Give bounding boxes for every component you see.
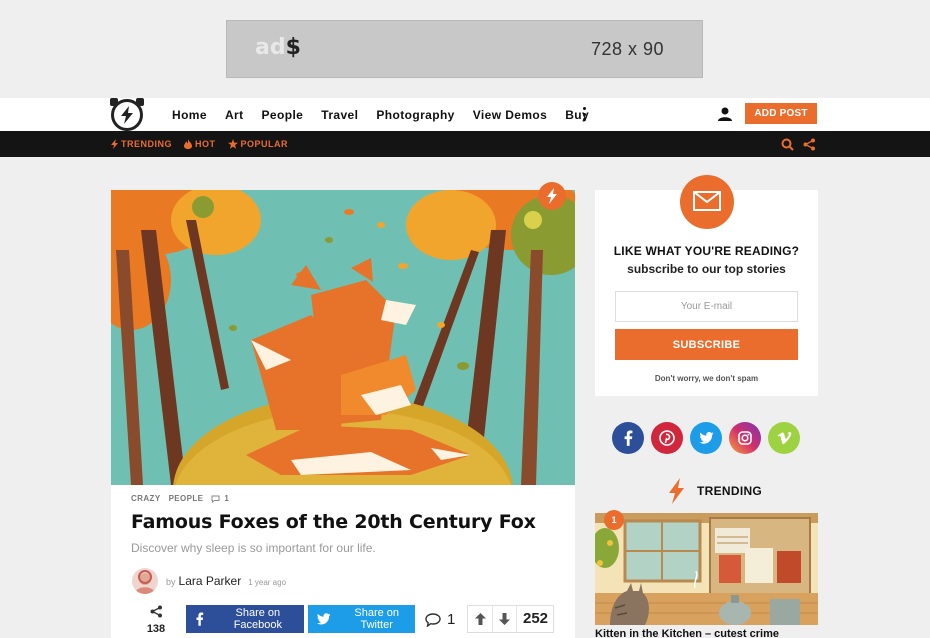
article-subtitle: Discover why sleep is so important for o…: [131, 541, 376, 555]
nav-item-home[interactable]: Home: [172, 108, 207, 122]
instagram-icon[interactable]: [729, 422, 761, 454]
pinterest-icon[interactable]: [651, 422, 683, 454]
nav-item-people[interactable]: People: [262, 108, 304, 122]
facebook-icon[interactable]: [612, 422, 644, 454]
newsletter-widget: LIKE WHAT YOU'RE READING? subscribe to o…: [595, 175, 818, 396]
featured-article-card: CRAZY PEOPLE 1 Famous Foxes of the 20th …: [111, 182, 575, 638]
main-navigation: Home Art People Travel Photography View …: [0, 98, 930, 131]
author-name[interactable]: Lara Parker: [179, 574, 242, 588]
avatar[interactable]: [132, 568, 158, 594]
twitter-icon: [317, 613, 331, 625]
article-meta: CRAZY PEOPLE 1: [131, 494, 237, 503]
subnav-trending[interactable]: TRENDING: [111, 139, 172, 149]
nav-item-view-demos[interactable]: View Demos: [473, 108, 547, 122]
email-field[interactable]: [615, 291, 798, 322]
star-icon: [227, 139, 238, 149]
post-time: 1 year ago: [248, 578, 287, 587]
ad-logo: ad$: [255, 35, 301, 60]
share-facebook-button[interactable]: Share on Facebook: [186, 605, 304, 633]
category-crazy[interactable]: CRAZY: [131, 494, 161, 503]
vimeo-icon[interactable]: [768, 422, 800, 454]
share-count[interactable]: 138: [141, 605, 171, 635]
trending-item-image[interactable]: [595, 513, 818, 625]
author-line: by Lara Parker 1 year ago: [166, 574, 287, 588]
nav-links: Home Art People Travel Photography View …: [172, 98, 607, 131]
vote-widget: 252: [467, 605, 554, 633]
trending-badge-icon: [538, 182, 566, 210]
comment-count[interactable]: 1: [211, 494, 237, 503]
facebook-icon: [196, 612, 204, 626]
ad-size-label: 728 x 90: [590, 39, 664, 59]
bolt-icon: [111, 139, 118, 149]
more-menu-icon[interactable]: [583, 107, 587, 123]
comments-button[interactable]: 1: [425, 611, 455, 628]
nav-item-photography[interactable]: Photography: [376, 108, 454, 122]
flame-icon: [184, 139, 192, 149]
trending-heading: TRENDING: [668, 478, 762, 504]
user-icon[interactable]: [718, 107, 732, 126]
newsletter-title: LIKE WHAT YOU'RE READING?: [613, 244, 800, 258]
subnav-popular[interactable]: POPULAR: [227, 139, 289, 149]
article-hero-image[interactable]: [111, 190, 575, 485]
nav-item-travel[interactable]: Travel: [321, 108, 358, 122]
bolt-icon: [121, 106, 133, 124]
sub-navigation: TRENDING HOT POPULAR: [0, 131, 930, 157]
downvote-icon[interactable]: [492, 606, 516, 632]
nav-item-art[interactable]: Art: [225, 108, 244, 122]
newsletter-note: Don't worry, we don't spam: [654, 374, 759, 383]
twitter-icon[interactable]: [690, 422, 722, 454]
search-icon[interactable]: [781, 138, 794, 156]
ad-banner[interactable]: ad$ 728 x 90: [226, 20, 703, 78]
share-icon[interactable]: [803, 138, 816, 156]
site-logo[interactable]: [110, 98, 144, 131]
article-title[interactable]: Famous Foxes of the 20th Century Fox: [131, 511, 536, 533]
trending-item-title[interactable]: Kitten in the Kitchen – cutest crime: [595, 628, 818, 638]
comment-icon: [425, 612, 441, 627]
add-post-button[interactable]: ADD POST: [745, 103, 817, 124]
subnav-hot[interactable]: HOT: [184, 139, 216, 149]
upvote-icon[interactable]: [468, 606, 492, 632]
newsletter-subtitle: subscribe to our top stories: [627, 262, 786, 276]
comment-icon: [211, 495, 220, 503]
share-icon: [150, 605, 162, 618]
trending-rank-badge: 1: [604, 510, 624, 530]
bolt-icon: [669, 478, 684, 504]
social-links: [612, 422, 807, 454]
category-people[interactable]: PEOPLE: [169, 494, 204, 503]
subscribe-button[interactable]: SUBSCRIBE: [615, 329, 798, 360]
vote-score: 252: [516, 606, 553, 632]
envelope-icon: [680, 175, 734, 229]
share-twitter-button[interactable]: Share on Twitter: [308, 605, 415, 633]
